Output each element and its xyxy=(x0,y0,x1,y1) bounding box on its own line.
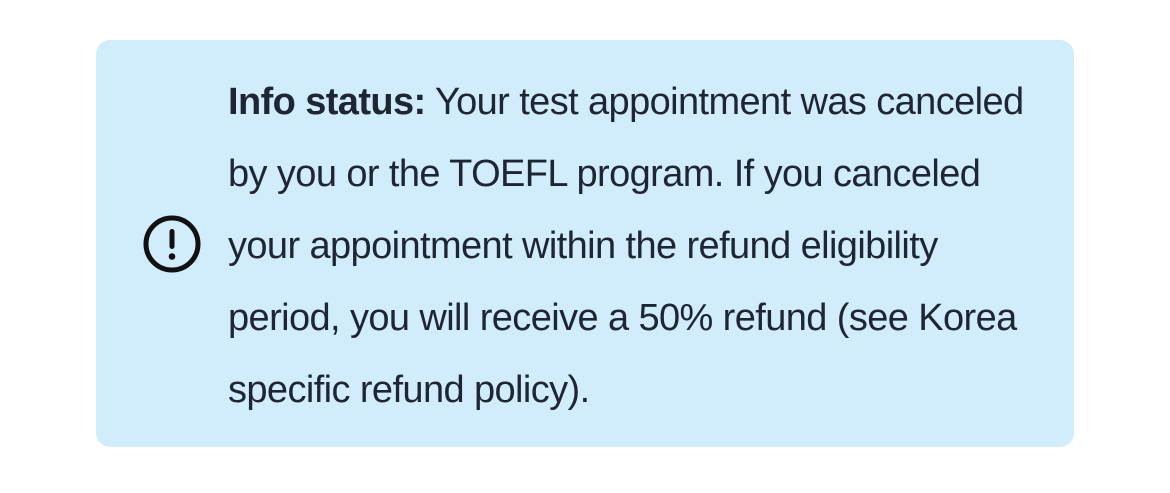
alert-text: Info status: Your test appointment was c… xyxy=(228,66,1028,426)
exclamation-circle-icon xyxy=(143,215,201,273)
info-alert: Info status: Your test appointment was c… xyxy=(96,40,1074,447)
alert-message: Your test appointment was canceled by yo… xyxy=(228,81,1024,411)
alert-label: Info status: xyxy=(228,81,426,123)
